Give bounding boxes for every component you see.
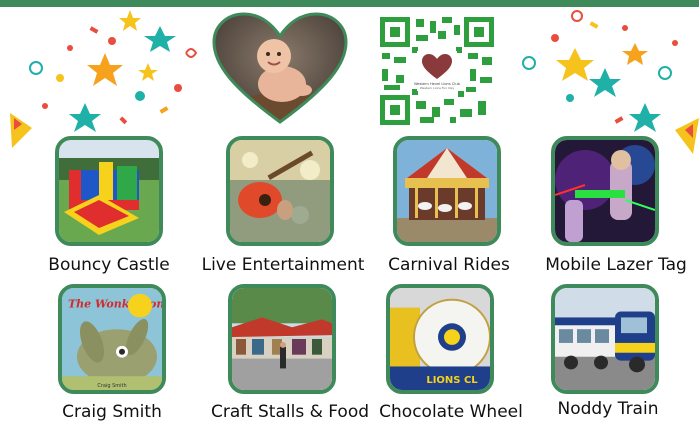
confetti-piece [135, 91, 145, 101]
carousel-photo [397, 140, 497, 242]
tile-craig-smith: The Wonky Donkey Craig Smith [58, 284, 166, 394]
confetti-piece [119, 116, 128, 125]
activity-label: Chocolate Wheel [379, 402, 523, 422]
confetti-piece [89, 26, 99, 34]
confetti-piece [589, 21, 599, 29]
book-author: Craig Smith [97, 383, 126, 389]
baby-heart-photo [212, 12, 348, 124]
top-banner-bar [0, 0, 699, 7]
confetti-piece [556, 48, 594, 81]
confetti-piece [108, 37, 116, 45]
wonky-donkey-book-cover: The Wonky Donkey Craig Smith [62, 288, 162, 390]
lions-banner-text: LIONS CL [426, 375, 478, 386]
activity-label: Noddy Train [557, 399, 659, 419]
confetti-piece [622, 43, 648, 65]
tile-carnival-rides [393, 136, 501, 246]
confetti-piece [174, 84, 182, 92]
confetti-piece [571, 10, 583, 22]
activity-label: Craig Smith [62, 402, 162, 422]
activity-label: Live Entertainment [201, 255, 365, 275]
party-popper-icon [10, 113, 32, 148]
confetti-piece [67, 45, 73, 51]
confetti-piece [119, 10, 141, 31]
confetti-piece [658, 66, 672, 80]
market-stalls-photo [232, 288, 332, 390]
confetti-piece [614, 116, 624, 124]
confetti-piece [69, 103, 101, 132]
activity-label: Mobile Lazer Tag [545, 255, 687, 275]
tile-noddy-train [551, 284, 659, 394]
qr-caption-2: Western Lions Fun Day [420, 86, 454, 90]
qr-code[interactable]: Western Hevel Lions Club Western Lions F… [380, 17, 494, 125]
confetti-piece [42, 103, 48, 109]
bouncy-castle-photo [59, 140, 159, 242]
activity-label: Craft Stalls & Food [210, 402, 370, 422]
confetti-piece [522, 56, 536, 70]
confetti-piece [159, 106, 169, 114]
confetti-piece [629, 103, 661, 132]
tile-bouncy-castle [55, 136, 163, 246]
tile-live-entertainment [226, 136, 334, 246]
confetti-piece [551, 34, 559, 42]
confetti-piece [672, 40, 678, 46]
road-train-photo [555, 288, 655, 390]
activity-label: Bouncy Castle [48, 255, 170, 275]
lazer-tag-photo [555, 140, 655, 242]
confetti-piece [185, 48, 198, 58]
confetti-piece [589, 68, 621, 97]
guitarist-photo [230, 140, 330, 242]
lions-club-wheel-photo: LIONS CL [390, 288, 490, 390]
activity-label: Carnival Rides [388, 255, 510, 275]
confetti-piece [622, 25, 628, 31]
tile-craft-stalls-food [228, 284, 336, 394]
tile-chocolate-wheel: LIONS CL [386, 284, 494, 394]
confetti-piece [56, 74, 64, 82]
confetti-piece [566, 94, 574, 102]
confetti-piece [29, 61, 43, 75]
confetti-piece [144, 26, 176, 52]
tile-mobile-lazer-tag [551, 136, 659, 246]
confetti-piece [87, 53, 123, 86]
confetti-piece [138, 63, 158, 81]
party-popper-icon [675, 118, 699, 154]
